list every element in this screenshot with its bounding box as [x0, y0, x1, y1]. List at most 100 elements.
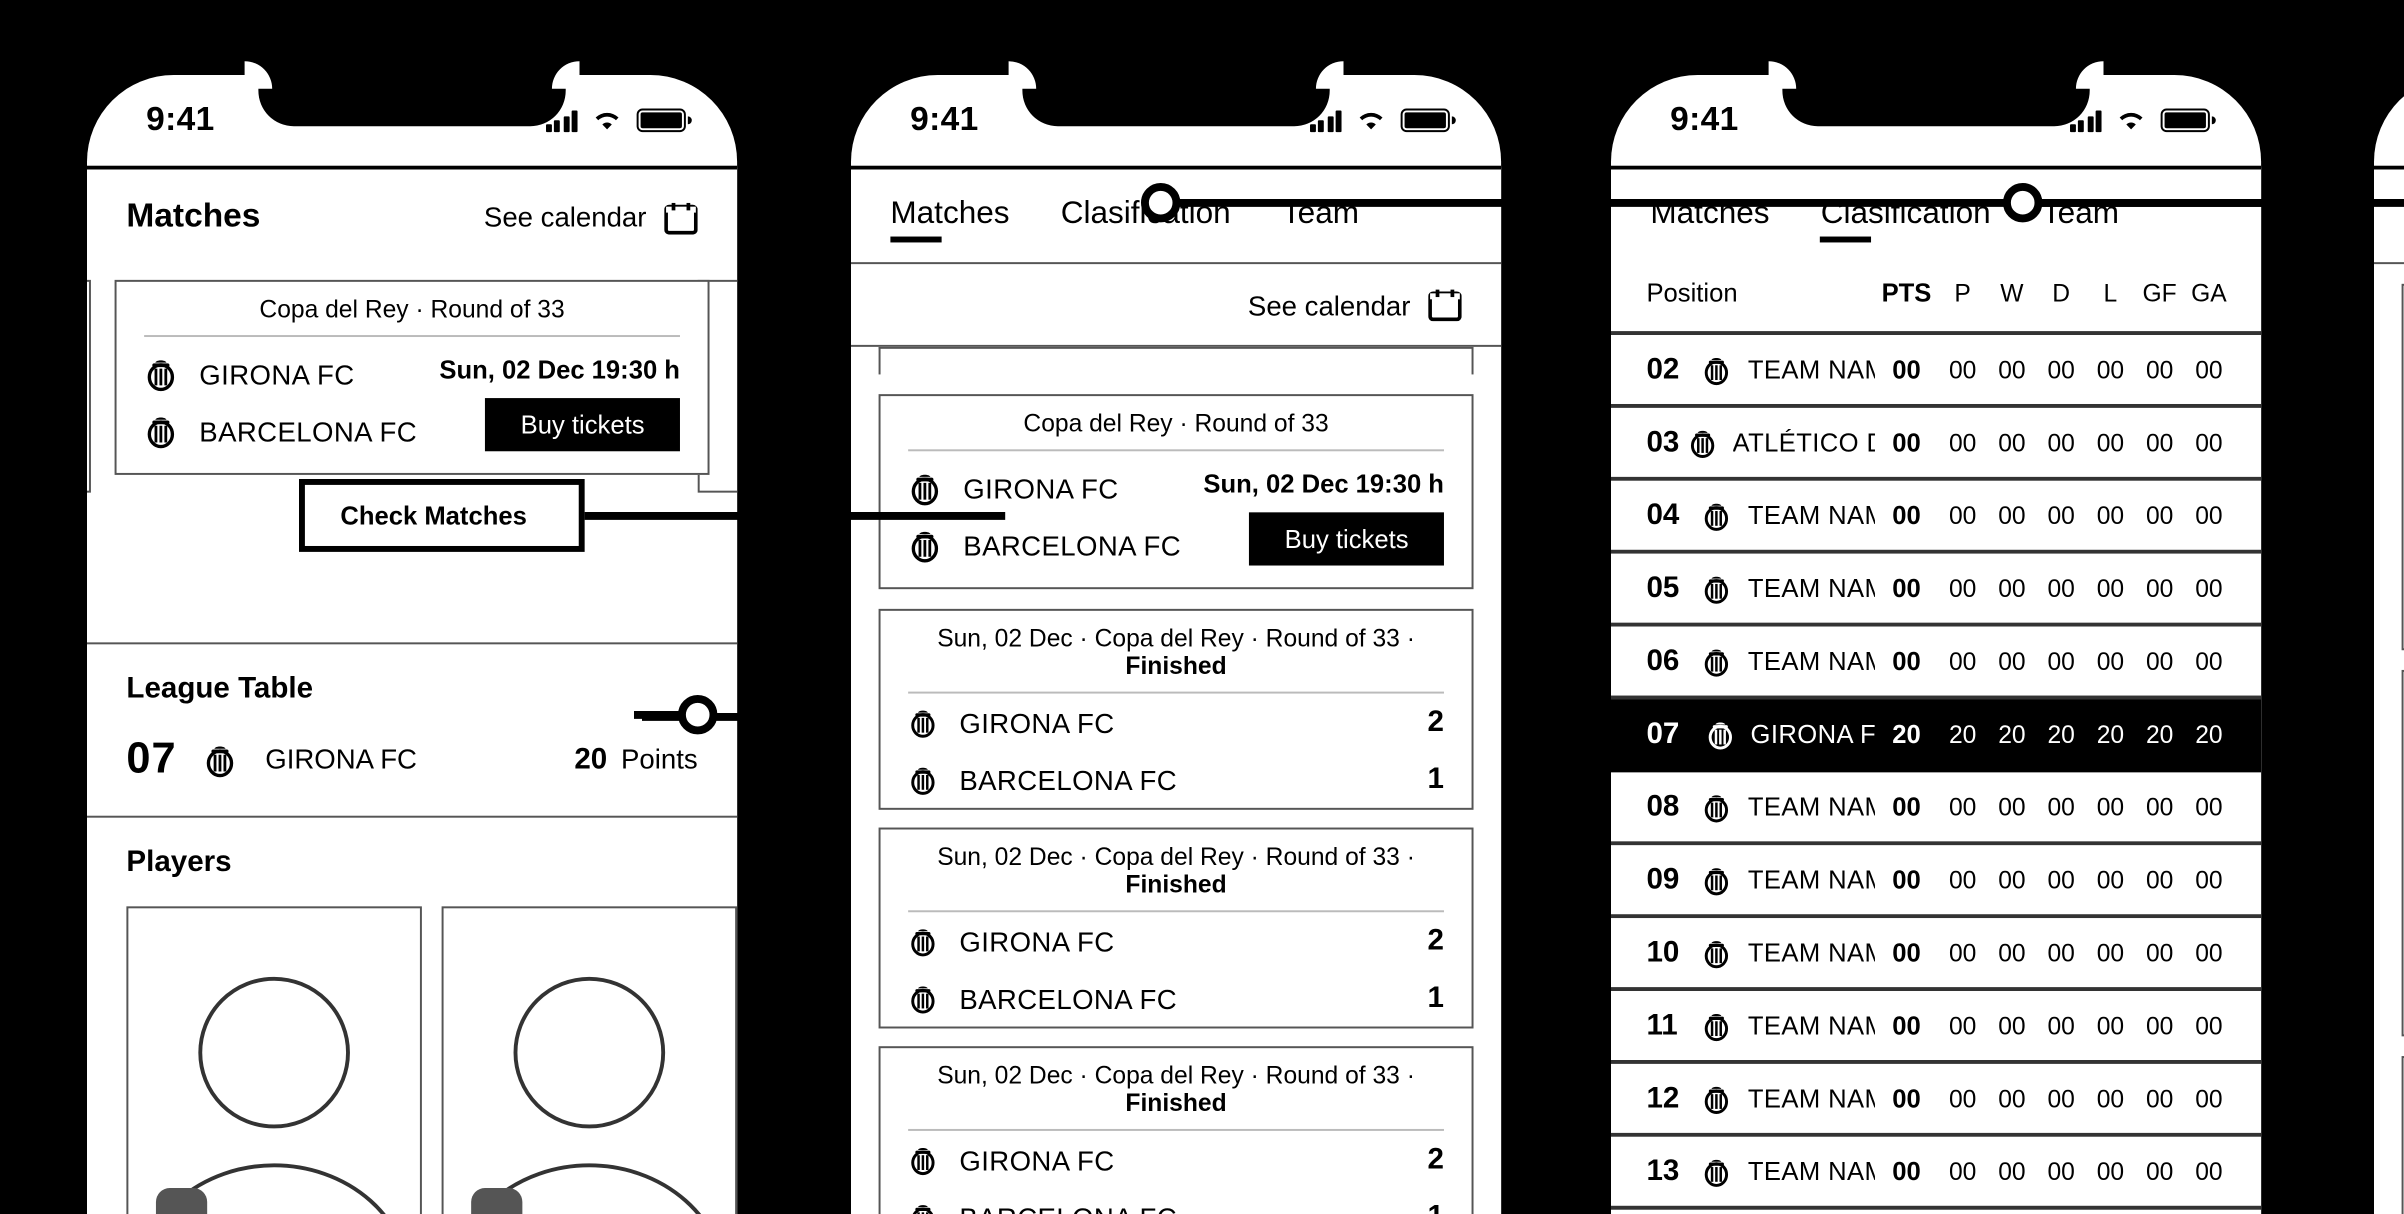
cell-gf: 00	[2146, 647, 2174, 675]
carousel-card-prev[interactable]	[86, 279, 91, 493]
standings-row[interactable]: 03 ATLÉTICO DE MADRID 00 00 00 00 00 00 00	[1611, 407, 2262, 481]
notch-2	[1022, 74, 1330, 127]
tab-matches[interactable]: Matches	[890, 197, 1010, 243]
result-card[interactable]: Sun, 02 Dec · Copa del Rey · Round of 33…	[878, 1046, 1474, 1214]
check-matches-button[interactable]: Check Matches	[299, 478, 585, 552]
screen-1-body[interactable]: Matches See calendar Copa del Rey · Roun…	[86, 169, 737, 1214]
cell-gf: 00	[2146, 355, 2174, 384]
standings-header-row: Position PTS P W D L GF GA	[1611, 254, 2262, 335]
upcoming-match-card[interactable]: Copa del Rey · Round of 33 GIRONA FC BAR…	[878, 393, 1474, 590]
result-away-row: BARCELONA FC 1	[881, 751, 1472, 808]
buy-tickets-button[interactable]: Buy tickets	[484, 397, 680, 452]
cell-l: 00	[2097, 355, 2125, 384]
standings-row[interactable]: 02 TEAM NAME 00 00 00 00 00 00 00	[1611, 334, 2262, 408]
players-carousel[interactable]	[126, 906, 737, 1214]
notch-3	[1782, 74, 2091, 127]
screen-1: Matches See calendar Copa del Rey · Roun…	[86, 165, 737, 1214]
cell-p: 00	[1949, 647, 1977, 675]
cell-team-name: TEAM NAME	[1748, 1010, 1875, 1041]
previous-card-peek[interactable]	[878, 346, 1474, 375]
cell-d: 00	[2047, 1084, 2076, 1113]
result-away-row: BARCELONA FC 1	[881, 1188, 1472, 1214]
standings-list[interactable]: 02 TEAM NAME 00 00 00 00 00 00 00 03 ATLÉTICO DE M…	[1611, 334, 2262, 1214]
cell-position: 07	[1646, 717, 1680, 751]
result-home-row: GIRONA FC 2	[881, 693, 1472, 750]
matches-carousel[interactable]: Copa del Rey · Round of 33 GIRONA FC BAR…	[86, 260, 737, 512]
cell-pts: 00	[1892, 646, 1922, 676]
cell-l: 00	[2097, 1011, 2125, 1040]
wifi-icon	[591, 108, 623, 132]
cell-l: 00	[2097, 865, 2125, 894]
club-crest-icon	[911, 767, 935, 795]
league-connector-knob	[677, 695, 718, 735]
cell-gf: 00	[2146, 938, 2174, 967]
players-section: Players	[86, 815, 737, 1214]
league-table-row[interactable]: 07 GIRONA FC 20 Points	[126, 733, 697, 784]
match-competition: Copa del Rey · Round of 33	[259, 295, 565, 324]
tab-bar-4[interactable]: Matches Clasification Team	[2373, 169, 2404, 264]
standings-row[interactable]: 09 TEAM NAME 00 00 00 00 00 00 00	[1611, 845, 2262, 919]
player-card[interactable]	[126, 906, 422, 1214]
column-header-p: P	[1954, 278, 1972, 307]
standings-row-highlighted[interactable]: 07 GIRONA FC 20 20 20 20 20 20 20	[1611, 699, 2262, 773]
cell-gf: 00	[2146, 865, 2174, 894]
club-crest-icon	[1706, 868, 1730, 896]
cell-l: 00	[2097, 501, 2125, 529]
cell-w: 00	[1998, 792, 2027, 821]
cell-position: 06	[1646, 644, 1680, 678]
status-time: 9:41	[910, 100, 979, 138]
standings-row[interactable]: 08 TEAM NAME 00 00 00 00 00 00 00	[1611, 772, 2262, 846]
upcoming-match-card[interactable]: Copa del Rey · Round of 33 GIRONA FC BAR…	[114, 279, 710, 475]
cell-w: 00	[1998, 865, 2027, 894]
cell-team-name: TEAM NAME	[1748, 1083, 1875, 1114]
page-title: Matches	[126, 196, 261, 235]
cell-p: 00	[1949, 938, 1977, 967]
cell-w: 20	[1998, 720, 2027, 748]
club-crest-icon	[912, 1204, 934, 1214]
result-meta-text: Sun, 02 Dec · Copa del Rey · Round of 33…	[937, 1061, 1415, 1090]
standings-row[interactable]: 11 TEAM NAME 00 00 00 00 00 00 00	[1611, 990, 2262, 1064]
standings-row[interactable]: 10 TEAM NAME 00 00 00 00 00 00 00	[1611, 918, 2262, 991]
home-team-row: GIRONA FC	[908, 469, 1203, 506]
sub-bar-2: See calendar	[851, 263, 1502, 347]
see-calendar-button[interactable]: See calendar	[1248, 288, 1462, 322]
result-card[interactable]: Sun, 02 Dec · Copa del Rey · Round of 33…	[878, 827, 1474, 1029]
league-position: 07	[126, 732, 177, 783]
match-kickoff-time: Sun, 02 Dec 19:30 h	[439, 354, 680, 385]
player-card[interactable]	[441, 906, 737, 1214]
cell-team-name: TEAM NAME	[1748, 646, 1875, 676]
standings-row[interactable]: 05 TEAM NAME 00 00 00 00 00 00 00	[1611, 553, 2262, 627]
cell-p: 00	[1949, 1084, 1977, 1113]
cell-team-name: TEAM NAME	[1748, 864, 1875, 895]
see-calendar-label: See calendar	[483, 200, 647, 233]
see-calendar-button[interactable]: See calendar	[483, 200, 698, 234]
cell-p: 00	[1949, 865, 1977, 894]
standings-row[interactable]: 06 TEAM NAME 00 00 00 00 00 00 00	[1611, 626, 2262, 700]
result-card[interactable]: Sun, 02 Dec · Copa del Rey · Round of 33…	[878, 608, 1474, 810]
tab-bar-3[interactable]: Matches Clasification Team	[1611, 169, 2262, 255]
club-crest-icon	[1706, 1159, 1730, 1187]
club-crest-icon	[1706, 795, 1730, 823]
buy-tickets-button[interactable]: Buy tickets	[1249, 512, 1445, 566]
cell-w: 00	[1998, 501, 2027, 529]
screen-2-body[interactable]: Copa del Rey · Round of 33 GIRONA FC BAR…	[851, 346, 1501, 1214]
standings-row[interactable]: 13 TEAM NAME 00 00 00 00 00 00 00	[1611, 1136, 2262, 1210]
status-bar-2: 9:41	[851, 74, 1501, 166]
club-crest-icon	[1706, 1013, 1730, 1041]
club-crest-icon	[911, 1147, 935, 1175]
standings-row[interactable]: 04 TEAM NAME 00 00 00 00 00 00 00	[1611, 480, 2262, 554]
cell-pts: 00	[1892, 500, 1922, 530]
standings-row[interactable]: 12 TEAM NAME 00 00 00 00 00 00 00	[1611, 1063, 2262, 1137]
column-header-l: L	[2103, 278, 2118, 307]
column-header-pts: PTS	[1882, 277, 1932, 308]
player-badge	[155, 1187, 207, 1214]
results-list[interactable]: Sun, 02 Dec · Copa del Rey · Round of 33…	[851, 608, 1501, 1214]
status-time: 9:41	[145, 100, 215, 138]
result-meta-text: Sun, 02 Dec · Copa del Rey · Round of 33…	[937, 843, 1415, 871]
screen-4: Matches Clasification Team	[2373, 165, 2404, 1214]
result-home-row: GIRONA FC 2	[881, 1131, 1472, 1188]
team-cards-list[interactable]	[2374, 264, 2404, 1214]
player-badge	[470, 1187, 523, 1214]
screen-4-body[interactable]	[2374, 264, 2404, 1214]
tab-bar-2[interactable]: Matches Clasification Team	[851, 169, 1502, 264]
